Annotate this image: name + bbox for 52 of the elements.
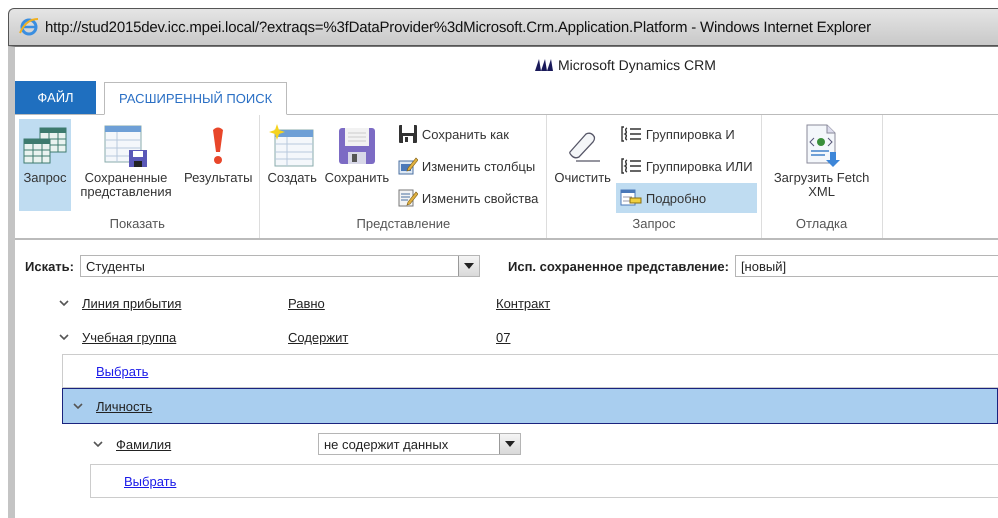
field-label: Исп. сохраненное представление: [508,258,729,274]
entity-link[interactable]: Личность [96,398,152,414]
ribbon-button[interactable]: Сохраненные представления [73,119,179,211]
operator-link[interactable]: Равно [288,296,496,310]
ribbon-button[interactable]: Результаты [181,119,256,211]
ribbon-button[interactable]: Сохранить [322,119,392,211]
logo-mark-icon [535,59,555,71]
select-link[interactable]: Выбрать [124,474,176,488]
ribbon-button[interactable]: Группировка И [616,119,757,149]
value-link[interactable]: 07 [496,330,510,344]
ribbon-button[interactable]: Сохранить как [394,119,542,149]
chevron-icon[interactable] [93,440,103,448]
chevron-icon[interactable] [73,402,83,410]
ribbon-button[interactable]: Подробно [616,183,757,213]
chevron-icon[interactable] [59,300,69,306]
chevron-icon[interactable] [59,334,69,340]
field-link[interactable]: Линия прибытия [82,296,288,310]
field-link[interactable]: Фамилия [116,436,318,452]
new-table-icon [269,124,316,168]
entity-dropdown[interactable]: Студенты [80,255,480,277]
group-label: Показать [110,216,165,233]
tables-icon [22,127,68,165]
ribbon-button[interactable]: Запрос [19,119,71,211]
browser-logo-icon [19,17,39,37]
operator-link[interactable]: Содержит [288,330,496,344]
group-label: Запрос [632,216,676,233]
select-link[interactable]: Выбрать [96,364,148,378]
window-title: http://stud2015dev.icc.mpei.local/?extraqs=%3fDataProvider%3dMicrosoft.Crm.Application.Platform - Windows Internet Explorer [45,18,871,36]
value-link[interactable]: Контракт [496,296,550,310]
related-entity-row[interactable]: Личность [62,388,998,424]
field-label: Искать: [25,258,74,274]
edit-columns-icon [398,156,418,176]
operator-dropdown[interactable]: не содержит данных [318,433,521,455]
xml-document-icon [804,124,840,168]
field-link[interactable]: Учебная группа [82,330,288,344]
ribbon-button[interactable]: Группировка ИЛИ [616,151,757,181]
group-label: Отладка [796,216,848,233]
ribbon-button[interactable]: Изменить столбцы [394,151,542,181]
logo-text: Microsoft Dynamics CRM [558,57,716,73]
details-icon [620,189,642,207]
group-list-icon [620,157,642,175]
group-label: Представление [356,216,450,233]
table-save-icon [103,124,149,168]
ribbon-button[interactable]: Изменить свойства [394,183,542,213]
ribbon-tab[interactable]: РАСШИРЕННЫЙ ПОИСК [104,82,288,115]
saved-view-dropdown[interactable]: [новый] [734,255,998,277]
group-list-icon [620,125,642,143]
edit-properties-icon [398,188,418,208]
file-tab[interactable]: ФАЙЛ [15,81,96,114]
ribbon-button[interactable]: Загрузить Fetch XML [766,119,878,211]
ribbon-button[interactable]: Создать [264,119,320,211]
ribbon-button[interactable]: Очистить [551,119,614,211]
